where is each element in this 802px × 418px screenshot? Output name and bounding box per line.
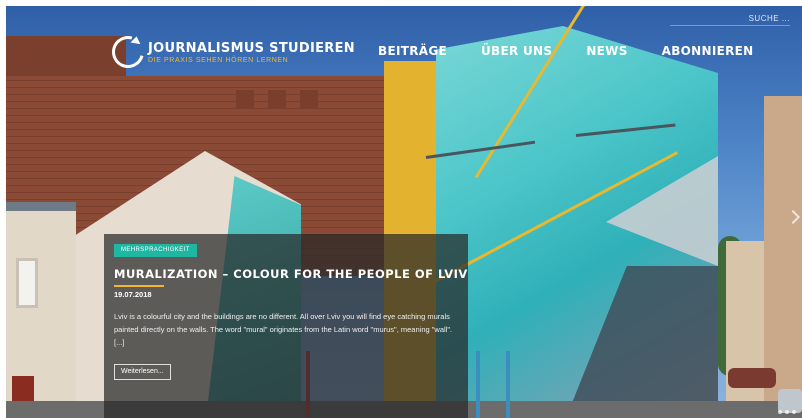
playground-pole xyxy=(476,351,480,418)
wall-crenel xyxy=(300,90,318,108)
wall-crenel xyxy=(236,90,254,108)
background-building xyxy=(726,241,768,418)
slider-dot[interactable] xyxy=(785,410,789,414)
site-logo[interactable]: JOURNALISMUS STUDIEREN DIE PRAXIS SEHEN … xyxy=(106,30,355,74)
background-window xyxy=(16,258,38,308)
read-more-button[interactable]: Weiterlesen... xyxy=(114,364,171,380)
title-underline xyxy=(114,285,164,287)
logo-text: JOURNALISMUS STUDIEREN DIE PRAXIS SEHEN … xyxy=(148,41,355,64)
background-car xyxy=(728,368,776,388)
feature-article-card: MEHRSPRACHIGKEIT MURALIZATION – COLOUR F… xyxy=(104,234,468,418)
nav-item-news[interactable]: NEWS xyxy=(586,44,627,58)
search-input[interactable] xyxy=(670,12,790,26)
slider-dot[interactable] xyxy=(778,410,782,414)
article-date: 19.07.2018 xyxy=(114,290,152,299)
nav-item-beitraege[interactable]: BEITRÄGE xyxy=(378,44,447,58)
category-badge[interactable]: MEHRSPRACHIGKEIT xyxy=(114,244,197,257)
main-nav: BEITRÄGE ÜBER UNS NEWS ABONNIEREN xyxy=(378,44,754,58)
article-excerpt: Lviv is a colourful city and the buildin… xyxy=(114,312,453,347)
logo-title: JOURNALISMUS STUDIEREN xyxy=(148,40,355,56)
wall-crenel xyxy=(268,90,286,108)
logo-subtitle: DIE PRAXIS SEHEN HÖREN LERNEN xyxy=(148,56,289,64)
slider-dot[interactable] xyxy=(792,410,796,414)
hero-slider: JOURNALISMUS STUDIEREN DIE PRAXIS SEHEN … xyxy=(6,6,802,418)
slider-dots xyxy=(778,410,796,414)
nav-item-abonnieren[interactable]: ABONNIEREN xyxy=(662,44,754,58)
article-title[interactable]: MURALIZATION – COLOUR FOR THE PEOPLE OF … xyxy=(114,267,468,281)
playground-pole xyxy=(506,351,510,418)
logo-ring-icon xyxy=(106,30,150,74)
nav-item-ueber-uns[interactable]: ÜBER UNS xyxy=(481,44,552,58)
